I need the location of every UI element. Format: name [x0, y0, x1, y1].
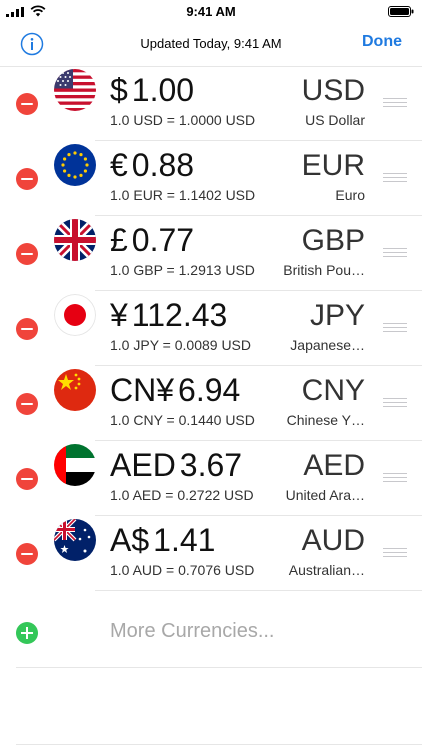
- reorder-handle-icon[interactable]: [383, 173, 407, 183]
- more-currencies-label[interactable]: More Currencies...: [110, 620, 275, 643]
- delete-button[interactable]: [16, 93, 38, 115]
- amount: ¥112.43: [110, 297, 227, 334]
- delete-button[interactable]: [16, 543, 38, 565]
- currency-row-jpy: ¥112.43 1.0 JPY = 0.0089 USD JPY Japanes…: [0, 291, 422, 366]
- currency-code: JPY: [309, 299, 365, 332]
- currency-name: US Dollar: [305, 112, 365, 128]
- nav-bar: Updated Today, 9:41 AM Done: [0, 24, 422, 67]
- eu-flag-icon: [54, 144, 96, 186]
- divider: [16, 667, 422, 668]
- currency-symbol: A$: [110, 522, 150, 558]
- delete-button[interactable]: [16, 318, 38, 340]
- delete-button[interactable]: [16, 243, 38, 265]
- amount: CN¥ 6.94: [110, 372, 240, 409]
- exchange-rate: 1.0 JPY = 0.0089 USD: [110, 337, 251, 353]
- exchange-rate: 1.0 AUD = 0.7076 USD: [110, 562, 255, 578]
- amount: $1.00: [110, 72, 194, 109]
- currency-code: GBP: [301, 224, 365, 257]
- exchange-rate: 1.0 EUR = 1.1402 USD: [110, 187, 256, 203]
- add-currency-button[interactable]: [16, 622, 38, 644]
- currency-name: Australian…: [288, 562, 365, 578]
- japan-flag-icon: [54, 294, 96, 336]
- currency-code: AUD: [301, 524, 365, 557]
- divider: [16, 744, 422, 745]
- currency-name: Japanese…: [290, 337, 365, 353]
- amount-value: 112.43: [131, 297, 228, 333]
- status-time: 9:41 AM: [186, 4, 236, 19]
- amount: AED 3.67: [110, 447, 242, 484]
- currency-name: British Pou…: [283, 262, 365, 278]
- currency-code: AED: [303, 449, 365, 482]
- exchange-rate: 1.0 USD = 1.0000 USD: [110, 112, 256, 128]
- currency-list: $1.00 1.0 USD = 1.0000 USD USD US Dollar…: [0, 66, 422, 591]
- reorder-handle-icon[interactable]: [383, 398, 407, 408]
- amount-value: 1.41: [153, 522, 216, 558]
- uae-flag-icon: [54, 444, 96, 486]
- currency-name: Euro: [335, 187, 365, 203]
- more-currencies-row[interactable]: More Currencies...: [0, 592, 422, 668]
- exchange-rate: 1.0 AED = 0.2722 USD: [110, 487, 254, 503]
- currency-symbol: CN¥: [110, 372, 175, 408]
- exchange-rate: 1.0 CNY = 0.1440 USD: [110, 412, 255, 428]
- amount: A$ 1.41: [110, 522, 215, 559]
- currency-name: Chinese Y…: [286, 412, 365, 428]
- exchange-rate: 1.0 GBP = 1.2913 USD: [110, 262, 255, 278]
- delete-button[interactable]: [16, 468, 38, 490]
- amount-value: 6.94: [178, 372, 241, 408]
- currency-symbol: $: [110, 72, 128, 108]
- currency-row-aed: AED 3.67 1.0 AED = 0.2722 USD AED United …: [0, 441, 422, 516]
- battery-icon: [388, 6, 414, 17]
- amount-value: 1.00: [131, 72, 195, 108]
- delete-button[interactable]: [16, 393, 38, 415]
- done-button[interactable]: Done: [362, 33, 402, 51]
- amount: €0.88: [110, 147, 194, 184]
- currency-symbol: ¥: [110, 297, 128, 333]
- currency-name: United Ara…: [285, 487, 365, 503]
- delete-button[interactable]: [16, 168, 38, 190]
- reorder-handle-icon[interactable]: [383, 323, 407, 333]
- reorder-handle-icon[interactable]: [383, 248, 407, 258]
- currency-row-cny: CN¥ 6.94 1.0 CNY = 0.1440 USD CNY Chinese…: [0, 366, 422, 441]
- currency-row-eur: €0.88 1.0 EUR = 1.1402 USD EUR Euro: [0, 141, 422, 216]
- amount-value: 0.77: [131, 222, 195, 258]
- currency-symbol: AED: [110, 447, 176, 483]
- reorder-handle-icon[interactable]: [383, 548, 407, 558]
- status-bar: 9:41 AM: [0, 0, 422, 24]
- currency-code: EUR: [301, 149, 365, 182]
- currency-code: CNY: [301, 374, 365, 407]
- amount: £0.77: [110, 222, 194, 259]
- reorder-handle-icon[interactable]: [383, 98, 407, 108]
- australia-flag-icon: [54, 519, 96, 561]
- page-title: Updated Today, 9:41 AM: [140, 36, 282, 51]
- china-flag-icon: [54, 369, 96, 411]
- currency-row-usd: $1.00 1.0 USD = 1.0000 USD USD US Dollar: [0, 66, 422, 141]
- amount-value: 0.88: [131, 147, 195, 183]
- amount-value: 3.67: [179, 447, 243, 483]
- reorder-handle-icon[interactable]: [383, 473, 407, 483]
- currency-symbol: £: [110, 222, 128, 258]
- currency-symbol: €: [110, 147, 128, 183]
- divider: [95, 590, 422, 591]
- uk-flag-icon: [54, 219, 96, 261]
- us-flag-icon: [54, 69, 96, 111]
- currency-row-aud: A$ 1.41 1.0 AUD = 0.7076 USD AUD Australi…: [0, 516, 422, 591]
- currency-row-gbp: £0.77 1.0 GBP = 1.2913 USD GBP British P…: [0, 216, 422, 291]
- currency-code: USD: [301, 74, 365, 107]
